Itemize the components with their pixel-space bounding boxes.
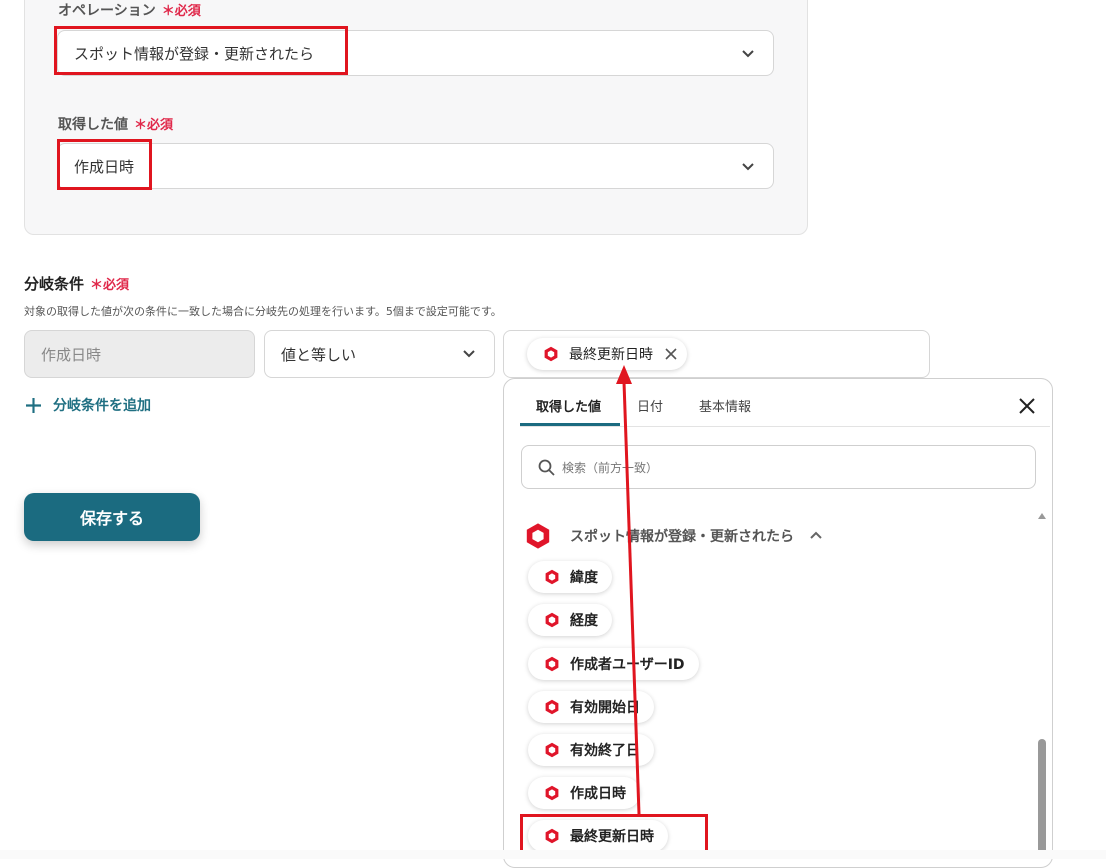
page-bottom-strip	[0, 850, 1106, 859]
annotation-arrow	[616, 365, 641, 815]
